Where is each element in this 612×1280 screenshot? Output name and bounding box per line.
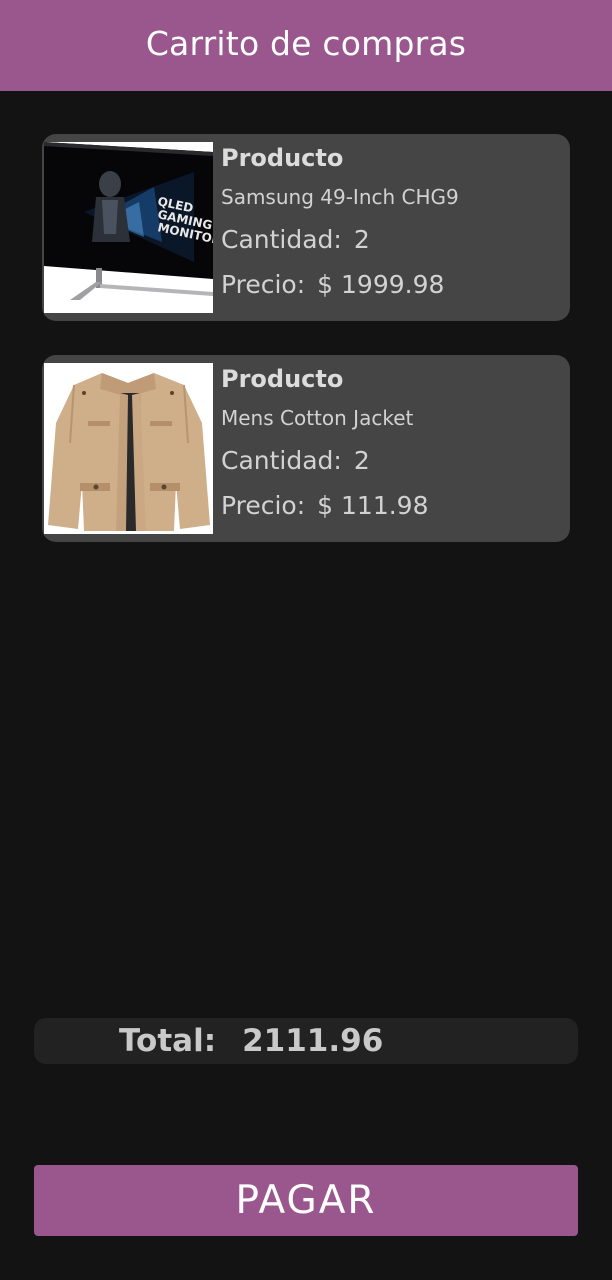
- quantity-row: Cantidad: 2: [221, 446, 370, 475]
- total-label: Total:: [119, 1023, 217, 1059]
- page-title: Carrito de compras: [145, 24, 467, 63]
- product-name: Samsung 49-Inch CHG9: [221, 185, 459, 209]
- jacket-image-icon: [44, 363, 213, 534]
- quantity-value: 2: [353, 225, 370, 254]
- quantity-value: 2: [353, 446, 370, 475]
- cart-item-card: Producto Mens Cotton Jacket Cantidad: 2 P…: [42, 355, 570, 542]
- price-label: Precio:: [221, 491, 306, 520]
- product-image-monitor: QLED GAMING MONITOR: [44, 142, 213, 313]
- product-name: Mens Cotton Jacket: [221, 406, 414, 430]
- price-row: Precio: $ 111.98: [221, 491, 428, 520]
- product-heading: Producto: [221, 365, 344, 393]
- quantity-row: Cantidad: 2: [221, 225, 370, 254]
- price-label: Precio:: [221, 270, 306, 299]
- price-value: $ 111.98: [317, 491, 429, 520]
- total-value: 2111.96: [242, 1023, 384, 1059]
- app-bar: Carrito de compras: [0, 0, 612, 91]
- quantity-label: Cantidad:: [221, 446, 342, 475]
- total-bar: Total: 2111.96: [34, 1018, 578, 1064]
- product-image-jacket: [44, 363, 213, 534]
- price-row: Precio: $ 1999.98: [221, 270, 444, 299]
- price-value: $ 1999.98: [317, 270, 445, 299]
- pay-button[interactable]: PAGAR: [34, 1165, 578, 1236]
- cart-item-card: QLED GAMING MONITOR Producto Samsung 49-…: [42, 134, 570, 321]
- quantity-label: Cantidad:: [221, 225, 342, 254]
- product-heading: Producto: [221, 144, 344, 172]
- monitor-image-icon: QLED GAMING MONITOR: [44, 142, 213, 313]
